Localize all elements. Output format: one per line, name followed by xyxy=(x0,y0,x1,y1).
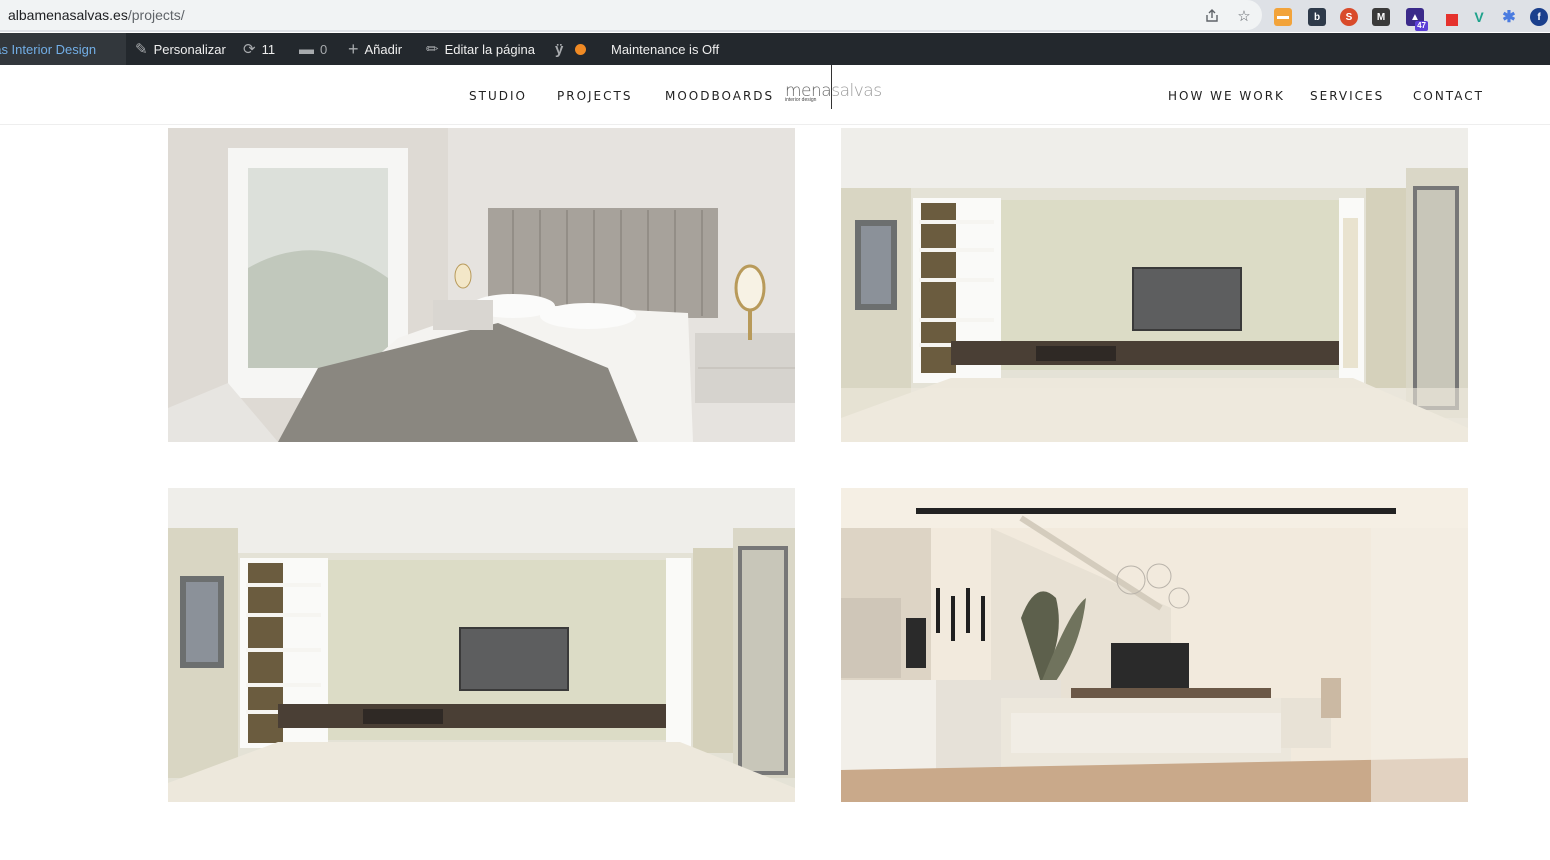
project-thumbnail-open-plan[interactable] xyxy=(841,488,1468,802)
url-path: /projects/ xyxy=(127,7,185,23)
ext-v-icon[interactable]: V xyxy=(1470,8,1488,26)
project-thumbnail-living-room[interactable] xyxy=(841,128,1468,442)
ext-b-icon[interactable]: b xyxy=(1308,8,1326,26)
open-plan-image xyxy=(841,488,1468,802)
nav-services[interactable]: SERVICES xyxy=(1310,89,1384,103)
nav-contact[interactable]: CONTACT xyxy=(1413,89,1484,103)
url-host: albamenasalvas.es xyxy=(8,7,128,23)
admin-maintenance[interactable]: Maintenance is Off xyxy=(611,33,719,65)
project-thumbnail-living-room-2[interactable] xyxy=(168,488,795,802)
pencil-icon: ✏ xyxy=(426,41,439,58)
brush-icon: ✎ xyxy=(135,41,148,58)
ext-cap-icon[interactable]: ▲ 47 xyxy=(1406,8,1428,31)
comment-icon: ▬ xyxy=(299,40,314,58)
admin-customize-label: Personalizar xyxy=(153,41,226,57)
ext-1-icon[interactable] xyxy=(1274,8,1292,26)
ext-badge: 47 xyxy=(1415,21,1428,31)
plus-icon: + xyxy=(348,38,359,59)
admin-seo[interactable]: ÿ xyxy=(555,33,587,65)
project-thumbnail-bedroom[interactable] xyxy=(168,128,795,442)
url-field[interactable]: albamenasalvas.es/projects/ xyxy=(0,0,1262,30)
admin-edit-page-label: Editar la página xyxy=(444,41,535,57)
wp-admin-bar: albamenasalvas Interior Design ✎ Persona… xyxy=(0,33,1550,65)
admin-add-new[interactable]: + Añadir xyxy=(348,33,402,65)
logo-divider xyxy=(831,65,832,109)
share-icon[interactable] xyxy=(1202,6,1222,26)
admin-updates[interactable]: ⟳ 11 xyxy=(243,33,275,65)
ext-snow-icon[interactable]: ✱ xyxy=(1500,8,1518,26)
admin-customize[interactable]: ✎ Personalizar xyxy=(135,33,226,65)
admin-site-name[interactable]: albamenasalvas Interior Design xyxy=(0,33,126,65)
admin-updates-count: 11 xyxy=(261,41,276,57)
site-logo[interactable]: menasalvas interior design xyxy=(783,65,882,109)
ext-red-icon[interactable] xyxy=(1440,8,1458,26)
admin-edit-page[interactable]: ✏ Editar la página xyxy=(426,33,535,65)
browser-address-bar: albamenasalvas.es/projects/ ☆ b S M ▲ 47 … xyxy=(0,0,1550,32)
ext-s-icon[interactable]: S xyxy=(1340,8,1358,26)
site-navigation: STUDIO PROJECTS MOODBOARDS menasalvas in… xyxy=(0,65,1550,125)
nav-moodboards[interactable]: MOODBOARDS xyxy=(665,89,774,103)
living-room-2-image xyxy=(168,488,795,802)
admin-comments-count: 0 xyxy=(320,41,328,57)
admin-add-new-label: Añadir xyxy=(364,41,403,57)
nav-studio[interactable]: STUDIO xyxy=(469,89,527,103)
yoast-icon: ÿ xyxy=(555,40,564,58)
bedroom-image xyxy=(168,128,795,442)
ext-f-icon[interactable]: f xyxy=(1530,8,1548,26)
extensions-area: b S M ▲ 47 V ✱ f xyxy=(1270,3,1550,31)
nav-projects[interactable]: PROJECTS xyxy=(557,89,632,103)
living-room-image xyxy=(841,128,1468,442)
logo-tagline: interior design xyxy=(785,97,817,103)
refresh-icon: ⟳ xyxy=(243,41,256,58)
admin-site-name-label: albamenasalvas Interior Design xyxy=(0,41,97,57)
ext-m-icon[interactable]: M xyxy=(1372,8,1390,26)
admin-comments[interactable]: ▬ 0 xyxy=(299,33,327,65)
nav-how-we-work[interactable]: HOW WE WORK xyxy=(1168,89,1285,103)
seo-status-dot xyxy=(575,43,587,55)
logo-wordmark-b: salvas xyxy=(831,81,882,101)
bookmark-star-icon[interactable]: ☆ xyxy=(1234,6,1254,26)
admin-maintenance-label: Maintenance is Off xyxy=(611,41,720,57)
